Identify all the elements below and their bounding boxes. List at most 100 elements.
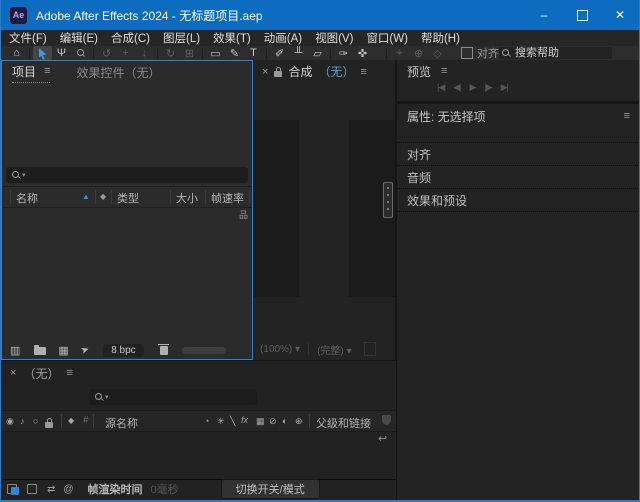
next-frame-icon[interactable]: |▶ <box>484 82 491 93</box>
align-panel-header[interactable]: 对齐 <box>397 142 640 165</box>
adjustment-layer-icon[interactable]: ◐ <box>282 416 287 426</box>
shy-switch-icon[interactable]: ◔ <box>204 416 209 426</box>
menu-window[interactable]: 窗口(W) <box>366 30 408 46</box>
type-tool-icon[interactable]: T <box>244 46 263 60</box>
solo-icon[interactable]: ○ <box>33 416 38 426</box>
column-divider[interactable] <box>249 190 250 204</box>
menu-composition[interactable]: 合成(C) <box>111 30 150 46</box>
toggle-switches-modes-button[interactable]: 切换开关/模式 <box>221 479 320 499</box>
column-divider[interactable] <box>95 190 96 204</box>
close-button[interactable]: ✕ <box>601 0 639 30</box>
eraser-tool-icon[interactable]: ▱ <box>308 46 327 60</box>
tab-effect-controls[interactable]: 效果控件（无） <box>76 64 160 81</box>
search-options-caret-icon[interactable]: ▾ <box>22 171 26 179</box>
menu-edit[interactable]: 编辑(E) <box>60 30 98 46</box>
column-index[interactable]: # <box>83 415 89 426</box>
quality-switch-icon[interactable]: ╲ <box>230 416 235 427</box>
sort-ascending-icon[interactable]: ▲ <box>82 192 90 201</box>
last-frame-icon[interactable]: ▶| <box>501 82 508 93</box>
hand-tool-icon[interactable]: Ψ <box>52 46 71 60</box>
audio-speaker-icon[interactable]: ♪ <box>20 416 25 426</box>
dolly-camera-tool-icon[interactable]: ↓ <box>135 46 154 60</box>
column-size[interactable]: 大小 <box>176 190 198 206</box>
video-eye-icon[interactable]: ◉ <box>6 416 14 427</box>
delete-trash-icon[interactable] <box>160 346 168 355</box>
column-divider[interactable] <box>170 190 171 204</box>
pan-behind-tool-icon[interactable]: ⊞ <box>180 46 199 60</box>
column-source-name[interactable]: 源名称 <box>105 415 138 431</box>
timeline-search-field[interactable]: ▾ <box>89 389 257 405</box>
partial-button[interactable] <box>364 342 376 356</box>
project-bit-depth-button[interactable]: 8 bpc <box>103 344 143 357</box>
label-tag-icon[interactable]: ◆ <box>68 416 74 425</box>
in-out-pane-toggle-icon[interactable]: ⇄ <box>47 484 55 495</box>
tab-project[interactable]: 项目 ≡ <box>12 63 50 83</box>
menu-layer[interactable]: 图层(L) <box>163 30 200 46</box>
audio-panel-header[interactable]: 音频 <box>397 165 640 188</box>
home-tool-icon[interactable]: ⌂ <box>7 46 26 60</box>
menu-view[interactable]: 视图(V) <box>315 30 353 46</box>
menu-help[interactable]: 帮助(H) <box>421 30 460 46</box>
label-tag-icon[interactable]: ◆ <box>100 192 106 201</box>
help-search-field[interactable] <box>499 47 612 59</box>
column-divider[interactable] <box>205 190 206 204</box>
play-icon[interactable]: ▶ <box>470 82 476 93</box>
project-search-field[interactable]: ▾ <box>6 167 248 183</box>
transfer-controls-pane-toggle-icon[interactable] <box>27 484 41 495</box>
column-parent-link[interactable]: 父级和链接 <box>316 415 371 431</box>
menu-effect[interactable]: 效果(T) <box>213 30 251 46</box>
rectangle-tool-icon[interactable]: ▭ <box>206 46 225 60</box>
render-time-pane-toggle-icon[interactable]: @ <box>63 484 73 495</box>
view-axis-mode-icon[interactable]: ◇ <box>428 46 447 60</box>
motion-blur-icon[interactable]: ⊘ <box>269 416 277 427</box>
menu-file[interactable]: 文件(F) <box>9 30 47 46</box>
lock-icon[interactable] <box>274 71 282 77</box>
search-options-caret-icon[interactable]: ▾ <box>105 393 109 401</box>
panel-menu-icon[interactable]: ≡ <box>360 66 366 78</box>
new-folder-icon[interactable] <box>34 347 46 355</box>
clone-stamp-tool-icon[interactable]: ╨ <box>289 46 308 60</box>
column-frame-rate[interactable]: 帧速率 <box>211 190 244 206</box>
column-divider[interactable] <box>10 190 11 204</box>
pan-camera-tool-icon[interactable]: + <box>116 46 135 60</box>
quick-send-icon[interactable]: ➤ <box>79 344 91 357</box>
selection-tool-icon[interactable] <box>33 46 52 60</box>
horizontal-scrollbar-thumb[interactable] <box>182 347 226 354</box>
column-divider[interactable] <box>309 414 310 428</box>
world-axis-mode-icon[interactable]: ⊕ <box>409 46 428 60</box>
orbit-camera-tool-icon[interactable]: ↺ <box>97 46 116 60</box>
effects-presets-panel-header[interactable]: 效果和预设 <box>397 188 640 211</box>
maximize-button[interactable] <box>563 0 601 30</box>
panel-drag-grip[interactable] <box>383 182 393 218</box>
interpret-footage-icon[interactable]: ▥ <box>10 344 20 357</box>
previous-frame-icon[interactable]: ◀| <box>453 82 460 93</box>
3d-layer-icon[interactable]: ⊕ <box>295 416 303 427</box>
preview-panel-header[interactable]: 预览 ≡ <box>397 60 640 82</box>
snapping-checkbox[interactable] <box>461 47 473 59</box>
layer-switches-pane-toggle-icon[interactable] <box>7 484 21 495</box>
close-tab-icon[interactable]: × <box>262 66 268 78</box>
local-axis-mode-icon[interactable]: ⌖ <box>390 46 409 60</box>
rotation-tool-icon[interactable]: ↻ <box>161 46 180 60</box>
minimize-button[interactable]: – <box>525 0 563 30</box>
new-composition-icon[interactable]: ▦ <box>58 344 68 357</box>
menu-animation[interactable]: 动画(A) <box>264 30 302 46</box>
help-search-input[interactable] <box>513 46 603 60</box>
zoom-tool-icon[interactable] <box>71 46 90 60</box>
composition-panel-tab[interactable]: × 合成 （无） ≡ <box>254 60 395 83</box>
effects-fx-icon[interactable]: fx <box>241 415 248 425</box>
puppet-pin-tool-icon[interactable]: ✜ <box>353 46 372 60</box>
column-divider[interactable] <box>111 190 112 204</box>
frame-blend-icon[interactable]: ▦ <box>256 416 265 427</box>
column-type[interactable]: 类型 <box>117 190 139 206</box>
pen-tool-icon[interactable]: ✎ <box>225 46 244 60</box>
brush-tool-icon[interactable]: ✐ <box>270 46 289 60</box>
column-name[interactable]: 名称 <box>16 190 38 206</box>
properties-panel-header[interactable]: 属性: 无选择项 ≡ <box>397 104 640 128</box>
close-tab-icon[interactable]: × <box>10 367 16 379</box>
panel-menu-icon[interactable]: ≡ <box>624 110 630 122</box>
resolution-dropdown[interactable]: (完整) ▾ <box>317 342 351 357</box>
column-divider[interactable] <box>61 414 62 428</box>
panel-menu-icon[interactable]: ≡ <box>66 367 72 379</box>
roto-brush-tool-icon[interactable]: ✑ <box>334 46 353 60</box>
